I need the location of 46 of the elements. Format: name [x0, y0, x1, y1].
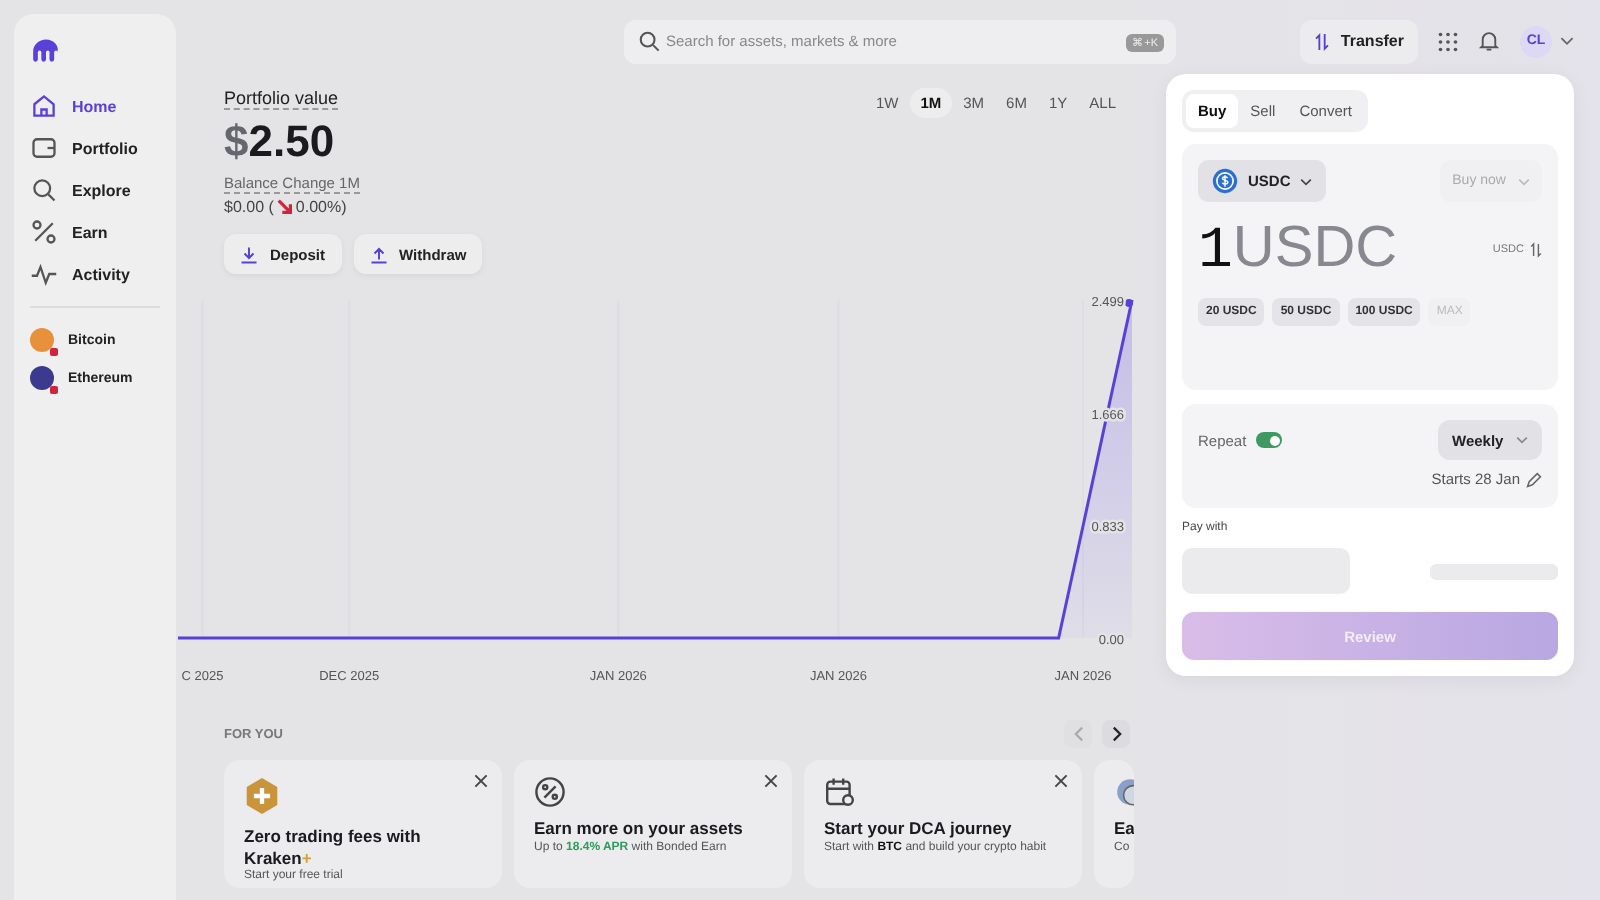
calendar-icon — [824, 776, 856, 808]
sidebar-item[interactable]: Explore — [30, 174, 160, 206]
amount-unit: USDC — [1232, 216, 1398, 282]
download-icon — [240, 245, 258, 263]
home-icon — [30, 92, 58, 120]
logo-icon — [32, 38, 60, 62]
chevron-down-icon — [1518, 177, 1530, 185]
close-button[interactable] — [1052, 772, 1070, 790]
close-button[interactable] — [472, 772, 490, 790]
apps-grid-icon[interactable] — [1438, 31, 1458, 51]
transfer-icon — [1314, 31, 1331, 51]
upload-icon — [369, 245, 388, 263]
sidebar-item[interactable]: Activity — [30, 258, 160, 290]
hexagon-plus-icon — [244, 776, 280, 816]
card-title: Earn more on your assets — [534, 818, 745, 840]
card-title: Start your DCA journey — [824, 818, 1014, 840]
chevron-left-icon — [1073, 726, 1083, 742]
repeat-toggle[interactable] — [1256, 432, 1283, 448]
portfolio-value-label: Portfolio value — [224, 88, 339, 110]
search-icon — [638, 30, 660, 52]
chart-point — [1125, 299, 1133, 307]
pencil-icon[interactable] — [1526, 471, 1542, 487]
percent-icon — [30, 218, 58, 246]
swap-icon — [1530, 242, 1542, 258]
change-amount: $0.00 ( — [224, 198, 274, 216]
sidebar-item[interactable]: Home — [30, 90, 160, 122]
chevron-down-icon — [1516, 436, 1528, 444]
portfolio-value: $2.50 — [224, 116, 335, 168]
chevron-down-icon — [1300, 177, 1313, 185]
close-button[interactable] — [762, 772, 780, 790]
percent-icon — [534, 776, 566, 808]
sidebar-item[interactable]: Portfolio — [30, 132, 160, 164]
pulse-icon — [30, 260, 58, 288]
next-button[interactable] — [1102, 720, 1130, 748]
transfer-button[interactable]: Transfer — [1300, 19, 1418, 63]
sidebar-item[interactable]: Earn — [30, 216, 160, 248]
usdc-coin-icon — [1212, 168, 1238, 194]
down-arrow-icon — [275, 198, 294, 216]
wallet-icon — [30, 134, 58, 162]
chevron-right-icon — [1111, 726, 1121, 742]
card-title: Zero trading fees with Kraken+ — [244, 826, 423, 869]
search-icon — [30, 176, 58, 204]
chevron-down-icon[interactable] — [1560, 36, 1574, 46]
change-percent: 0.00%) — [295, 198, 347, 216]
bell-icon[interactable] — [1478, 30, 1500, 52]
amount-value: 1 — [1198, 218, 1233, 284]
